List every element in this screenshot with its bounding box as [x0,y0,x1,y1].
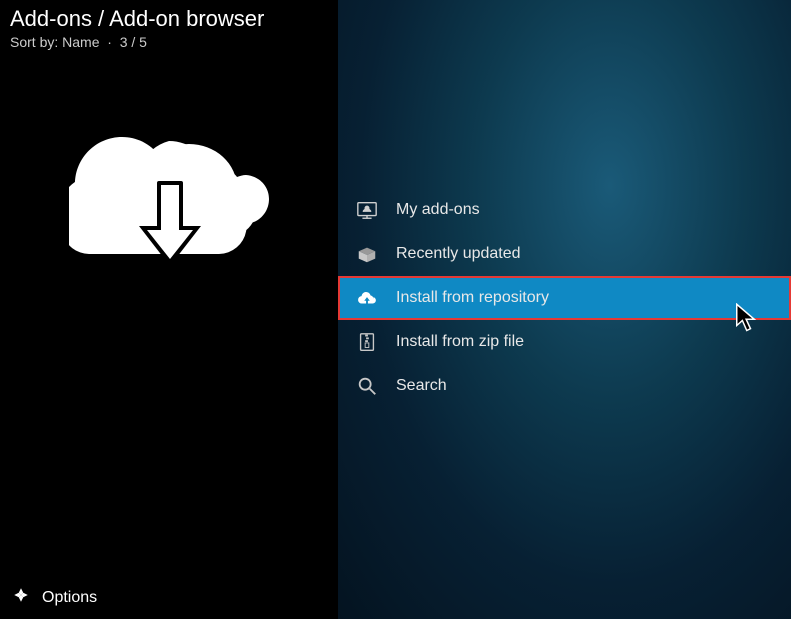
cloud-install-icon [356,287,378,309]
menu-item-search[interactable]: Search [338,364,791,408]
cloud-download-icon [69,126,269,286]
menu-item-install-from-repository[interactable]: Install from repository [338,276,791,320]
menu-item-label: Install from zip file [396,333,524,351]
menu-item-label: Recently updated [396,245,521,263]
position-label: 3 / 5 [120,34,147,50]
box-open-icon [356,243,378,265]
right-panel: My add-ons Recently updated Install from… [338,0,791,619]
menu-item-recently-updated[interactable]: Recently updated [338,232,791,276]
sort-label: Sort by: Name [10,34,99,50]
zip-file-icon [356,331,378,353]
cloud-download-container [0,56,338,619]
options-icon [12,586,30,609]
page-subtitle: Sort by: Name · 3 / 5 [10,34,328,50]
options-bar[interactable]: Options [0,576,338,619]
page-title: Add-ons / Add-on browser [10,6,328,32]
monitor-icon [356,199,378,221]
menu-item-my-addons[interactable]: My add-ons [338,188,791,232]
menu-item-label: Install from repository [396,289,549,307]
menu-item-install-from-zip[interactable]: Install from zip file [338,320,791,364]
options-label: Options [42,589,97,607]
left-panel: Add-ons / Add-on browser Sort by: Name ·… [0,0,338,619]
menu-item-label: My add-ons [396,201,480,219]
search-icon [356,375,378,397]
header: Add-ons / Add-on browser Sort by: Name ·… [0,0,338,56]
separator: · [103,34,119,50]
menu-item-label: Search [396,377,447,395]
